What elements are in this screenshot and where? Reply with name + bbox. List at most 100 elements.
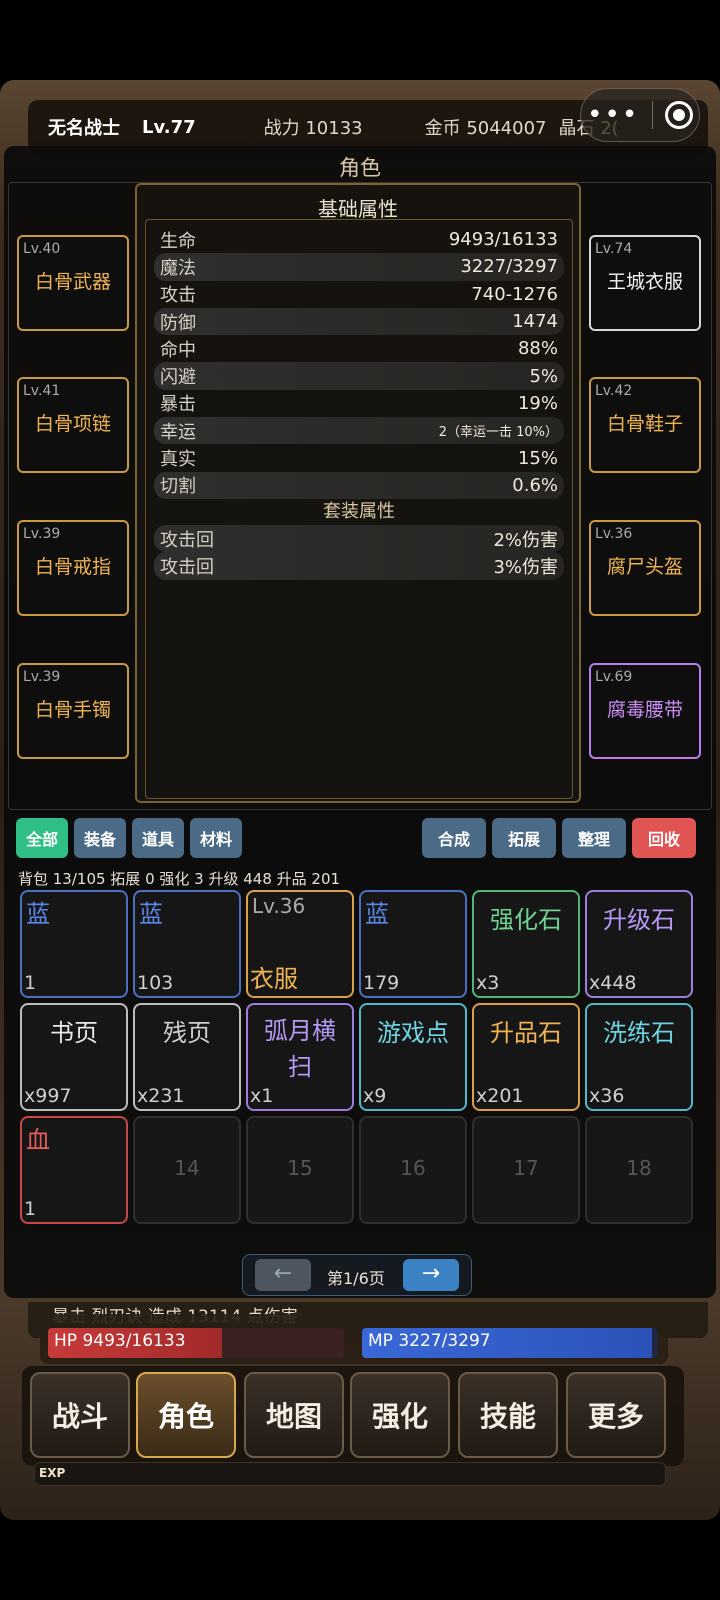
inventory-cell[interactable]: 书页 x997 (20, 1003, 128, 1111)
slot-name: 腐尸头盔 (606, 556, 683, 578)
cell-count: x36 (589, 1085, 625, 1107)
slot-name: 白骨鞋子 (606, 413, 683, 435)
attr-row-attack: 攻击 740-1276 (154, 281, 564, 308)
empty-cell[interactable]: 16 (359, 1116, 467, 1224)
cell-count: x231 (137, 1085, 185, 1107)
attr-key: 攻击 (160, 285, 196, 307)
empty-cell[interactable]: 15 (246, 1116, 354, 1224)
cell-name: 升品石 (490, 1019, 562, 1047)
exp-label: EXP (39, 1466, 66, 1480)
attr-key: 命中 (160, 339, 196, 361)
prev-page-button[interactable]: ← (255, 1259, 311, 1291)
slot-level: Lv.39 (23, 526, 61, 542)
attr-row-dodge: 闪避 5% (154, 362, 564, 390)
attr-row-true-damage: 真实 15% (154, 444, 564, 471)
attribute-title: 基础属性 (318, 197, 398, 221)
empty-cell[interactable]: 17 (472, 1116, 580, 1224)
slot-name: 白骨手镯 (34, 699, 111, 721)
equip-slot-armor[interactable]: Lv.74 王城衣服 (589, 235, 701, 331)
filter-all-button[interactable]: 全部 (16, 818, 68, 858)
cell-tag: 蓝 (139, 900, 163, 928)
nav-skills[interactable]: 技能 (458, 1372, 558, 1458)
inventory-cell[interactable]: 血 1 (20, 1116, 128, 1224)
cell-name: 书页 (50, 1019, 98, 1047)
nav-enhance[interactable]: 强化 (350, 1372, 450, 1458)
inventory-cell[interactable]: 弧月横扫 x1 (246, 1003, 354, 1111)
capsule-divider (651, 101, 653, 129)
inventory-cell[interactable]: 升品石 x201 (472, 1003, 580, 1111)
nav-battle[interactable]: 战斗 (30, 1372, 130, 1458)
inventory-cell[interactable]: Lv.36 衣服 (246, 890, 354, 998)
equip-slot-bracelet[interactable]: Lv.39 白骨手镯 (17, 663, 129, 759)
filter-material-button[interactable]: 材料 (190, 818, 242, 858)
more-dots-icon[interactable]: ••• (587, 100, 639, 130)
inventory-cell[interactable]: 升级石 x448 (585, 890, 693, 998)
attribute-panel: 基础属性 生命 9493/16133 魔法 3227/3297 攻击 740-1276… (135, 183, 581, 803)
attr-value: 15% (517, 447, 558, 469)
nav-map[interactable]: 地图 (244, 1372, 344, 1458)
empty-cell[interactable]: 14 (133, 1116, 241, 1224)
set-attr-row: 攻击回 3%伤害 (154, 552, 564, 580)
cell-count: x448 (589, 972, 637, 994)
pagination: ← 第1/6页 → (242, 1254, 472, 1296)
cell-name: 弧月横扫 (264, 1017, 336, 1081)
sort-button[interactable]: 整理 (562, 818, 626, 858)
empty-cell[interactable]: 18 (585, 1116, 693, 1224)
inventory-toolbar: 全部 装备 道具 材料 合成 拓展 整理 回收 (12, 818, 712, 860)
cell-index: 17 (513, 1156, 539, 1180)
cell-count: x997 (24, 1085, 72, 1107)
cell-count: x3 (476, 972, 500, 994)
cell-name: 升级石 (603, 906, 675, 934)
inventory-cell[interactable]: 蓝 179 (359, 890, 467, 998)
attr-value: 0.6% (512, 474, 558, 496)
recycle-button[interactable]: 回收 (632, 818, 696, 858)
inventory-cell[interactable]: 洗练石 x36 (585, 1003, 693, 1111)
set-attr-row: 攻击回 2%伤害 (154, 524, 564, 553)
equip-slot-weapon[interactable]: Lv.40 白骨武器 (17, 235, 129, 331)
attr-key: 攻击回 (160, 556, 214, 578)
equipment-area: Lv.40 白骨武器 Lv.41 白骨项链 Lv.39 白骨戒指 Lv.39 白… (8, 182, 712, 810)
slot-level: Lv.36 (595, 526, 633, 542)
close-target-icon[interactable] (664, 101, 693, 129)
slot-name: 腐毒腰带 (606, 699, 683, 721)
attr-row-hit: 命中 88% (154, 335, 564, 362)
inventory-cell[interactable]: 蓝 103 (133, 890, 241, 998)
filter-equip-button[interactable]: 装备 (74, 818, 126, 858)
filter-item-button[interactable]: 道具 (132, 818, 184, 858)
slot-level: Lv.41 (23, 383, 61, 399)
character-panel: 角色 Lv.40 白骨武器 Lv.41 白骨项链 Lv.39 白骨戒指 Lv.3… (4, 146, 716, 1298)
craft-button[interactable]: 合成 (422, 818, 486, 858)
nav-character[interactable]: 角色 (136, 1372, 236, 1458)
cell-tag: 血 (26, 1126, 50, 1154)
slot-level: Lv.69 (595, 669, 633, 685)
equip-slot-ring[interactable]: Lv.39 白骨戒指 (17, 520, 129, 616)
cell-count: 103 (137, 972, 174, 994)
panel-title: 角色 (339, 156, 381, 180)
slot-name: 白骨戒指 (34, 556, 111, 578)
cell-count: 1 (24, 972, 37, 994)
next-page-button[interactable]: → (403, 1259, 459, 1291)
attr-value: 740-1276 (471, 283, 558, 305)
equip-slot-helmet[interactable]: Lv.36 腐尸头盔 (589, 520, 701, 616)
nav-more[interactable]: 更多 (566, 1372, 666, 1458)
inventory-cell[interactable]: 残页 x231 (133, 1003, 241, 1111)
attr-row-hp: 生命 9493/16133 (154, 226, 564, 253)
equip-slot-belt[interactable]: Lv.69 腐毒腰带 (589, 663, 701, 759)
cell-index: 14 (174, 1156, 200, 1180)
inventory-cell[interactable]: 游戏点 x9 (359, 1003, 467, 1111)
cell-tag: 蓝 (365, 900, 389, 928)
equip-slot-shoes[interactable]: Lv.42 白骨鞋子 (589, 377, 701, 473)
player-name: 无名战士 (48, 118, 120, 139)
expand-button[interactable]: 拓展 (492, 818, 556, 858)
slot-level: Lv.74 (595, 241, 633, 257)
cell-index: 16 (400, 1156, 426, 1180)
cell-name: 洗练石 (603, 1019, 675, 1047)
inventory-cell[interactable]: 强化石 x3 (472, 890, 580, 998)
attr-key: 幸运 (160, 421, 196, 443)
inventory-cell[interactable]: 蓝 1 (20, 890, 128, 998)
attr-key: 生命 (160, 230, 196, 252)
equip-slot-necklace[interactable]: Lv.41 白骨项链 (17, 377, 129, 473)
slot-name: 王城衣服 (606, 271, 683, 293)
hp-mp-bars: HP 9493/16133 MP 3227/3297 (40, 1314, 668, 1364)
attr-key: 暴击 (160, 394, 196, 416)
